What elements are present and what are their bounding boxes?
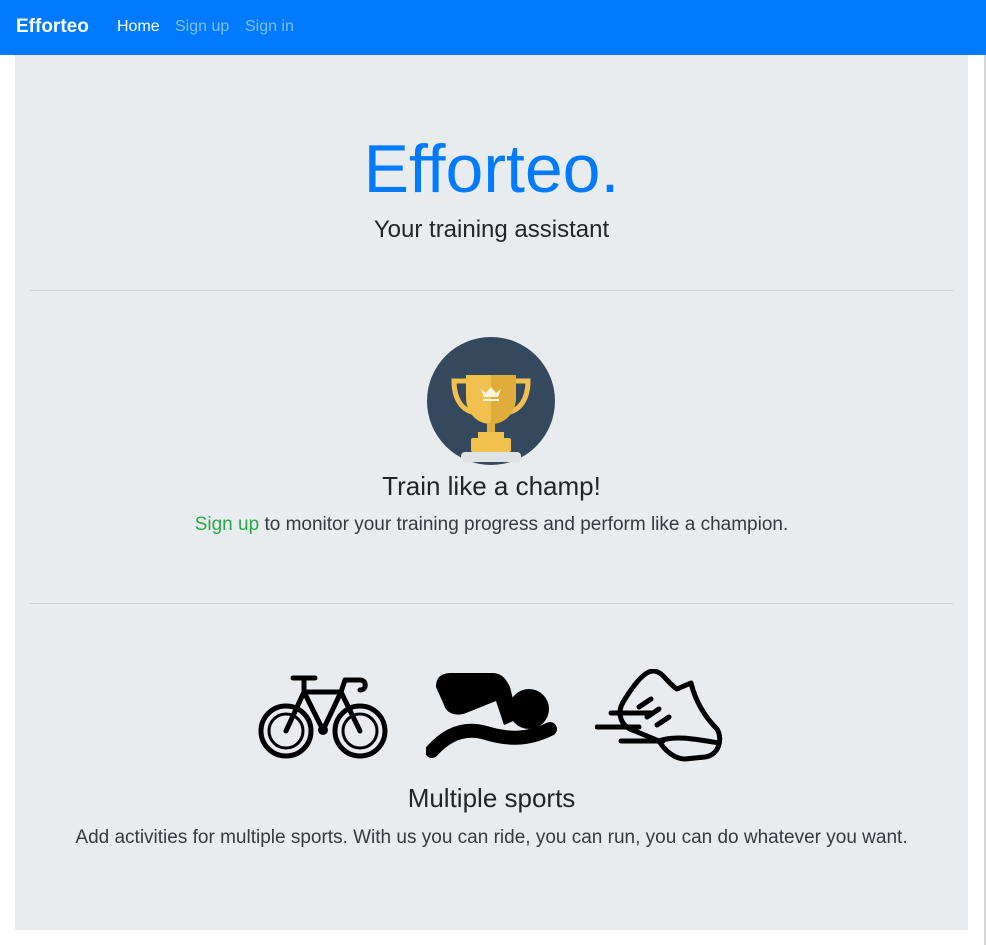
top-navbar: Efforteo Home Sign up Sign in — [0, 0, 986, 55]
champ-heading: Train like a champ! — [382, 471, 601, 501]
bicycle-icon — [258, 675, 388, 759]
hero-subtitle: Your training assistant — [373, 216, 610, 243]
hero-title: Efforteo. — [363, 131, 620, 207]
main-jumbotron: Efforteo. Your training assistant Train … — [15, 55, 968, 930]
brand-logo-link[interactable]: Efforteo — [16, 16, 89, 38]
nav-link-sign-in[interactable]: Sign in — [245, 18, 294, 36]
champ-description-text: to monitor your training progress and pe… — [259, 514, 789, 535]
sign-up-link[interactable]: Sign up — [195, 514, 259, 535]
nav-link-home[interactable]: Home — [117, 18, 160, 36]
sports-heading: Multiple sports — [407, 783, 576, 813]
champ-description: Sign up to monitor your training progres… — [15, 512, 968, 538]
trophy-icon — [427, 337, 555, 465]
sports-description: Add activities for multiple sports. With… — [75, 827, 908, 848]
section-divider — [30, 290, 953, 291]
running-shoe-icon — [595, 669, 723, 762]
nav-link-sign-up[interactable]: Sign up — [175, 18, 229, 36]
section-divider — [30, 603, 953, 604]
swimmer-icon — [426, 673, 557, 758]
